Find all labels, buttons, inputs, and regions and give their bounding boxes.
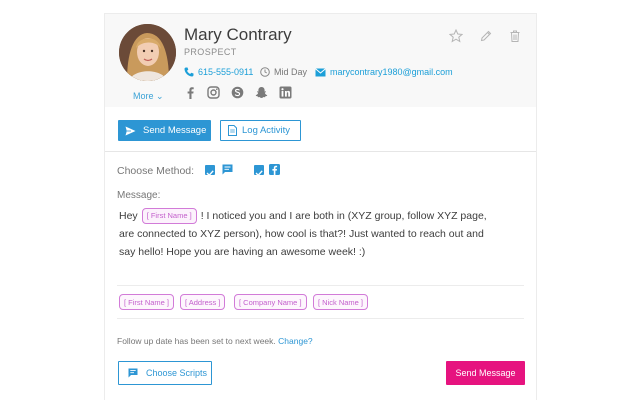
message-label: Message: xyxy=(117,190,161,201)
send-message-button[interactable]: Send Message xyxy=(446,361,525,385)
message-method-checkbox[interactable] xyxy=(205,165,215,177)
checkmark-icon xyxy=(206,170,214,177)
instagram-icon[interactable] xyxy=(207,86,220,99)
best-time-text: Mid Day xyxy=(274,67,308,77)
more-link[interactable]: More ⌄ xyxy=(133,91,164,102)
script-icon xyxy=(128,368,138,378)
contact-header: More ⌄ Mary Contrary PROSPECT 615-555-09… xyxy=(105,14,536,107)
message-icon xyxy=(222,164,233,175)
chevron-down-icon: ⌄ xyxy=(153,91,164,101)
status-badge: PROSPECT xyxy=(184,47,237,57)
facebook-icon xyxy=(269,164,280,175)
log-activity-button[interactable]: Log Activity xyxy=(220,120,301,141)
email-text: marycontrary1980@gmail.com xyxy=(330,67,453,77)
phone-text: 615-555-0911 xyxy=(198,67,254,77)
token-first-name[interactable]: [ First Name ] xyxy=(119,294,175,310)
token-address[interactable]: [ Address ] xyxy=(180,294,226,310)
send-message-label: Send Message xyxy=(143,125,207,136)
checkmark-icon xyxy=(255,170,263,177)
choose-scripts-label: Choose Scripts xyxy=(146,368,208,378)
document-icon xyxy=(228,125,237,136)
log-activity-label: Log Activity xyxy=(242,125,291,136)
follow-up-note: Follow up date has been set to next week… xyxy=(117,336,313,346)
contact-card: More ⌄ Mary Contrary PROSPECT 615-555-09… xyxy=(104,13,537,400)
message-body[interactable]: Hey[ First Name ]! I noticed you and I a… xyxy=(119,207,499,261)
envelope-icon xyxy=(315,67,326,76)
token-nick-name[interactable]: [ Nick Name ] xyxy=(313,294,369,310)
first-name-inline-token[interactable]: [ First Name ] xyxy=(141,208,197,224)
facebook-icon[interactable] xyxy=(184,86,197,99)
snapchat-icon[interactable] xyxy=(255,86,268,99)
phone-link[interactable]: 615-555-0911 xyxy=(184,66,253,78)
change-link[interactable]: Change? xyxy=(278,336,313,346)
divider xyxy=(105,151,536,152)
contact-name: Mary Contrary xyxy=(184,25,292,44)
message-text-start: Hey xyxy=(119,210,138,222)
divider xyxy=(117,318,524,319)
token-company-name[interactable]: [ Company Name ] xyxy=(234,294,307,310)
divider xyxy=(117,285,524,286)
linkedin-icon[interactable] xyxy=(279,86,292,99)
pencil-icon[interactable] xyxy=(479,29,493,43)
send-message-tab-button[interactable]: Send Message xyxy=(118,120,211,141)
phone-icon xyxy=(184,67,194,77)
more-label: More xyxy=(133,91,154,101)
choose-method-label: Choose Method: xyxy=(117,165,195,177)
email-link[interactable]: marycontrary1980@gmail.com xyxy=(315,66,453,78)
paper-plane-icon xyxy=(125,126,136,135)
clock-icon xyxy=(260,67,270,77)
follow-up-text: Follow up date has been set to next week… xyxy=(117,336,276,346)
best-time: Mid Day xyxy=(260,66,307,78)
choose-scripts-button[interactable]: Choose Scripts xyxy=(118,361,212,385)
trash-icon[interactable] xyxy=(508,29,522,43)
star-icon[interactable] xyxy=(449,29,463,43)
avatar[interactable] xyxy=(119,24,176,81)
facebook-method-checkbox[interactable] xyxy=(254,165,264,177)
skype-icon[interactable] xyxy=(231,86,244,99)
